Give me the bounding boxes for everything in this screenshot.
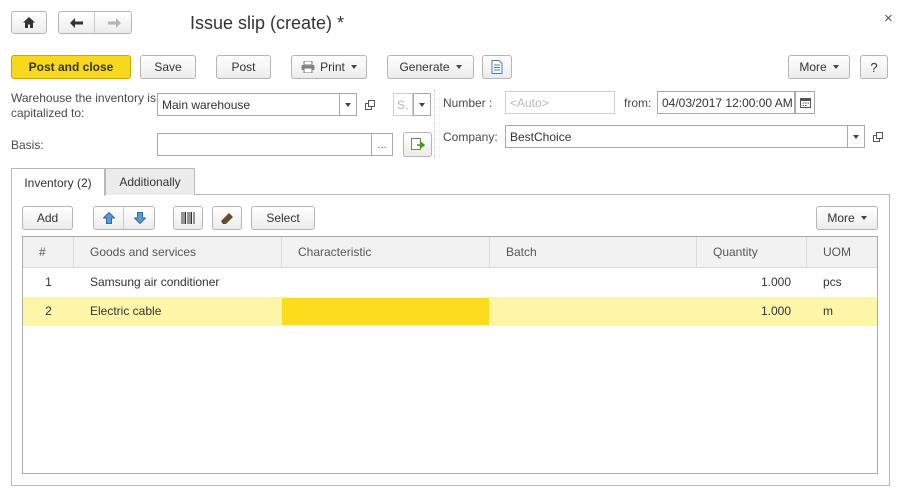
table-more-button[interactable]: More — [816, 206, 878, 230]
chevron-down-icon — [345, 102, 351, 107]
scanner-button[interactable] — [212, 206, 242, 230]
warehouse-s-value: S. — [397, 97, 409, 112]
company-dropdown-button[interactable] — [847, 125, 865, 148]
basis-input[interactable] — [157, 133, 372, 156]
number-label: Number : — [443, 96, 493, 110]
add-button[interactable]: Add — [22, 206, 73, 230]
arrow-down-icon — [134, 212, 146, 224]
move-buttons — [93, 206, 155, 230]
company-open-button[interactable] — [869, 125, 887, 148]
fill-from-basis-button[interactable] — [403, 132, 432, 157]
close-icon[interactable]: × — [884, 11, 893, 27]
goods-cell[interactable]: Samsung air conditioner — [74, 268, 282, 297]
company-field[interactable]: BestChoice — [505, 125, 848, 148]
arrow-right-icon — [107, 17, 121, 28]
batch-cell[interactable] — [490, 268, 697, 297]
forward-button[interactable] — [96, 12, 132, 33]
chevron-down-icon — [860, 216, 867, 220]
print-button[interactable]: Print — [291, 55, 367, 79]
open-icon — [365, 99, 375, 110]
home-button[interactable] — [11, 11, 47, 34]
from-label: from: — [624, 96, 652, 110]
basis-label: Basis: — [11, 138, 44, 152]
scanner-icon — [220, 212, 234, 224]
print-label: Print — [320, 60, 345, 74]
column-header-goods[interactable]: Goods and services — [74, 237, 282, 268]
number-placeholder: <Auto> — [510, 95, 549, 110]
row-number: 2 — [45, 304, 52, 318]
column-header-batch[interactable]: Batch — [490, 237, 697, 268]
warehouse-s-field[interactable]: S. — [393, 93, 413, 116]
table-more-label: More — [827, 211, 855, 225]
fill-icon — [410, 138, 425, 151]
back-button[interactable] — [59, 12, 95, 33]
batch-cell[interactable] — [490, 297, 697, 326]
barcode-icon — [181, 212, 195, 224]
company-label: Company: — [443, 130, 498, 144]
help-button[interactable]: ? — [860, 55, 888, 79]
chevron-down-icon — [853, 134, 859, 139]
tab-inventory-label: Inventory (2) — [24, 175, 92, 190]
generate-button[interactable]: Generate — [387, 55, 474, 79]
save-button[interactable]: Save — [140, 55, 196, 79]
uom-cell[interactable]: pcs — [807, 268, 877, 297]
warehouse-field[interactable]: Main warehouse — [157, 93, 340, 116]
goods-cell[interactable]: Electric cable — [74, 297, 282, 326]
printer-icon — [301, 61, 315, 73]
table-row[interactable]: 1 Samsung air conditioner 1.000 pcs — [23, 268, 877, 297]
chevron-down-icon — [419, 102, 425, 107]
calendar-icon — [799, 97, 811, 108]
date-value: 04/03/2017 12:00:00 AM — [662, 95, 793, 110]
uom-cell[interactable]: m — [807, 297, 877, 326]
number-input[interactable]: <Auto> — [505, 91, 615, 114]
quantity-cell[interactable]: 1.000 — [697, 297, 807, 326]
quantity-cell[interactable]: 1.000 — [697, 268, 807, 297]
home-icon — [22, 16, 36, 29]
basis-select-button[interactable]: ... — [371, 133, 393, 156]
warehouse-value: Main warehouse — [162, 97, 251, 112]
barcode-button[interactable] — [173, 206, 203, 230]
more-label: More — [799, 60, 827, 74]
calendar-button[interactable] — [795, 91, 815, 114]
tab-additionally[interactable]: Additionally — [105, 168, 195, 195]
tab-additionally-label: Additionally — [119, 175, 181, 189]
chevron-down-icon — [832, 65, 839, 69]
chevron-down-icon — [350, 65, 357, 69]
chevron-down-icon — [455, 65, 462, 69]
column-header-uom[interactable]: UOM — [807, 237, 877, 268]
company-value: BestChoice — [510, 129, 572, 144]
post-and-close-button[interactable]: Post and close — [11, 55, 131, 79]
arrow-left-icon — [69, 17, 84, 28]
arrow-up-icon — [102, 212, 115, 224]
select-button[interactable]: Select — [251, 206, 315, 230]
form-divider — [434, 90, 435, 158]
table-row-selected[interactable]: 2 Electric cable 1.000 m — [23, 297, 877, 326]
column-header-quantity[interactable]: Quantity — [697, 237, 807, 268]
move-up-button[interactable] — [94, 207, 124, 229]
characteristic-cell-active[interactable] — [282, 298, 489, 325]
inventory-table[interactable]: # Goods and services Characteristic Batc… — [22, 236, 878, 474]
history-nav — [58, 11, 132, 34]
document-icon — [491, 60, 503, 74]
window-title: Issue slip (create) * — [190, 13, 345, 33]
move-down-button[interactable] — [125, 207, 155, 229]
open-icon — [873, 131, 883, 142]
tab-inventory[interactable]: Inventory (2) — [11, 168, 105, 196]
generate-label: Generate — [399, 60, 450, 74]
characteristic-cell[interactable] — [282, 268, 490, 297]
report-button[interactable] — [482, 55, 512, 79]
more-button[interactable]: More — [788, 55, 850, 79]
post-button[interactable]: Post — [216, 55, 271, 79]
date-input[interactable]: 04/03/2017 12:00:00 AM — [657, 91, 795, 114]
warehouse-dropdown-button[interactable] — [339, 93, 357, 116]
column-header-number[interactable]: # — [23, 237, 74, 268]
warehouse-label: Warehouse the inventory is capitalized t… — [11, 91, 156, 120]
warehouse-s-dropdown-button[interactable] — [413, 93, 431, 116]
warehouse-open-button[interactable] — [361, 93, 379, 116]
table-header: # Goods and services Characteristic Batc… — [23, 237, 877, 268]
column-header-characteristic[interactable]: Characteristic — [282, 237, 490, 268]
row-number: 1 — [45, 275, 52, 289]
